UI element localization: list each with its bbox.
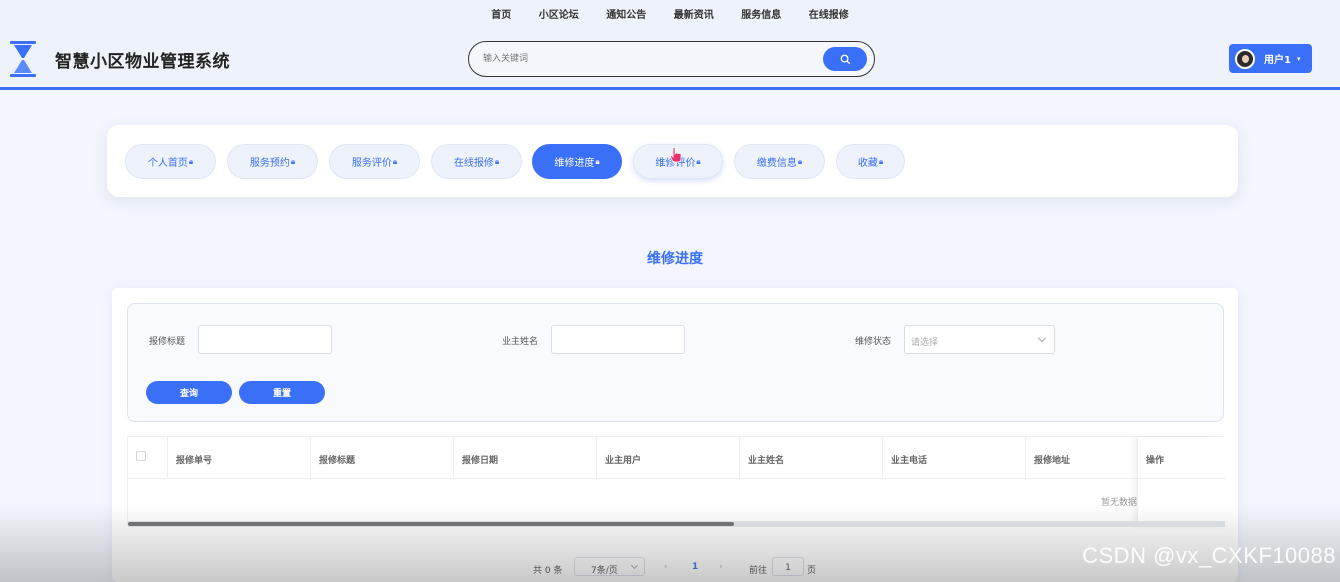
column-header[interactable]: 报修标题: [311, 437, 454, 479]
tab-favorites[interactable]: 收藏 🔒︎: [836, 144, 905, 179]
chevron-down-icon: ▾: [1296, 54, 1301, 63]
total-count: 共 0 条: [533, 566, 563, 576]
site-title: 智慧小区物业管理系统: [55, 52, 230, 72]
title-filter-label: 报修标题: [149, 337, 186, 347]
avatar: [1235, 48, 1255, 69]
tab-payment-info[interactable]: 缴费信息 🔒︎: [734, 144, 825, 179]
lock-icon: 🔒︎: [595, 156, 600, 166]
nav-news[interactable]: 最新资讯: [674, 6, 714, 21]
lock-icon: 🔒︎: [696, 156, 701, 166]
watermark: CSDN @vx_CXKF10088: [1082, 543, 1336, 568]
prev-page-button[interactable]: ‹: [664, 562, 668, 572]
search-input[interactable]: [483, 51, 813, 67]
lock-icon: 🔒︎: [290, 156, 296, 166]
repair-table: 报修单号 报修标题 报修日期 业主用户 业主姓名 业主电话 报修地址 暂无数据 …: [127, 436, 1226, 527]
pagination: 共 0 条 7条/页 ‹ 1 › 前往 1 页: [112, 557, 1238, 577]
search-box: [468, 41, 875, 77]
nav-repair[interactable]: 在线报修: [809, 6, 849, 21]
reset-button[interactable]: 重置: [239, 381, 325, 404]
top-nav: 首页 小区论坛 通知公告 最新资讯 服务信息 在线报修: [0, 6, 1340, 21]
select-all-checkbox[interactable]: [136, 451, 146, 461]
chevron-down-icon: [630, 561, 639, 570]
nav-service[interactable]: 服务信息: [741, 6, 781, 21]
repair-status-select[interactable]: 请选择: [904, 325, 1055, 354]
page-size-select[interactable]: 7条/页: [574, 557, 645, 576]
lock-icon: 🔒︎: [797, 156, 803, 166]
user-menu-button[interactable]: 用户1 ▾: [1229, 44, 1312, 73]
tab-service-review[interactable]: 服务评价 🔒︎: [329, 144, 420, 179]
tab-service-booking[interactable]: 服务预约 🔒︎: [227, 144, 318, 179]
lock-icon: 🔒︎: [188, 156, 194, 166]
repair-progress-panel: 报修标题 业主姓名 维修状态 请选择 查询 重置 报修单号 报修标题 报修日期 …: [112, 288, 1238, 582]
table-header: 报修单号 报修标题 报修日期 业主用户 业主姓名 业主电话 报修地址: [128, 437, 1225, 479]
nav-forum[interactable]: 小区论坛: [539, 6, 579, 21]
lock-icon: 🔒︎: [494, 156, 500, 166]
column-header: 操作: [1138, 437, 1226, 479]
goto-label: 前往: [749, 566, 768, 576]
owner-name-input[interactable]: [551, 325, 685, 354]
search-icon: [840, 54, 850, 64]
hourglass-logo-icon: [10, 41, 36, 77]
column-header[interactable]: 业主姓名: [740, 437, 883, 479]
page-unit-label: 页: [807, 566, 817, 576]
status-filter-label: 维修状态: [855, 337, 892, 347]
column-header[interactable]: 业主电话: [883, 437, 1026, 479]
tab-online-repair[interactable]: 在线报修 🔒︎: [431, 144, 522, 179]
column-header[interactable]: 报修日期: [454, 437, 597, 479]
user-name: 用户1: [1264, 55, 1291, 66]
repair-title-input[interactable]: [198, 325, 332, 354]
tab-repair-progress[interactable]: 维修进度 🔒︎: [532, 144, 622, 179]
chevron-down-icon: [1037, 333, 1047, 343]
page-number[interactable]: 1: [692, 562, 698, 572]
empty-message: 暂无数据: [1101, 498, 1138, 508]
nav-notice[interactable]: 通知公告: [606, 6, 646, 21]
operation-column: 操作: [1137, 437, 1226, 527]
search-button[interactable]: [823, 47, 867, 71]
hand-cursor-icon: [670, 147, 682, 163]
next-page-button[interactable]: ›: [719, 562, 723, 572]
page-title: 维修进度: [647, 251, 703, 267]
tab-personal-home[interactable]: 个人首页 🔒︎: [125, 144, 216, 179]
column-header[interactable]: 报修地址: [1026, 437, 1137, 479]
query-button[interactable]: 查询: [146, 381, 232, 404]
lock-icon: 🔒︎: [392, 156, 398, 166]
filter-form: 报修标题 业主姓名 维修状态 请选择 查询 重置: [127, 303, 1224, 422]
goto-page-input[interactable]: 1: [772, 557, 804, 576]
header: 首页 小区论坛 通知公告 最新资讯 服务信息 在线报修 智慧小区物业管理系统 用…: [0, 0, 1340, 90]
column-header[interactable]: 业主用户: [597, 437, 740, 479]
horizontal-scrollbar[interactable]: [128, 521, 1225, 527]
lock-icon: 🔒︎: [878, 156, 884, 166]
column-header[interactable]: 报修单号: [168, 437, 311, 479]
nav-home[interactable]: 首页: [491, 6, 511, 21]
select-all-cell: [128, 437, 168, 479]
owner-filter-label: 业主姓名: [502, 337, 539, 347]
scrollbar-thumb[interactable]: [128, 522, 734, 526]
